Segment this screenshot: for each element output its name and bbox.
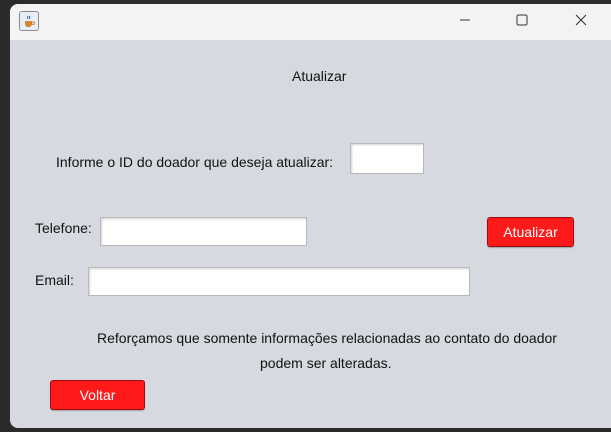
form-panel: Atualizar Informe o ID do doador que des… [10, 40, 611, 428]
close-button[interactable] [558, 4, 604, 36]
title-bar[interactable] [10, 4, 611, 40]
page-title: Atualizar [292, 68, 347, 84]
note-line-1: Reforçamos que somente informações relac… [97, 330, 557, 346]
email-label: Email: [35, 272, 74, 288]
app-window: Atualizar Informe o ID do doador que des… [10, 4, 611, 428]
maximize-button[interactable] [499, 4, 545, 36]
close-icon [575, 14, 587, 26]
note-line-2: podem ser alteradas. [260, 355, 392, 371]
minimize-icon [460, 19, 470, 21]
telefone-input[interactable] [100, 217, 307, 246]
minimize-button[interactable] [442, 4, 488, 36]
java-cup-icon [19, 11, 39, 31]
telefone-label: Telefone: [35, 220, 92, 236]
email-input[interactable] [88, 267, 470, 296]
back-button[interactable]: Voltar [50, 380, 145, 410]
donor-id-input[interactable] [350, 143, 424, 174]
donor-id-label: Informe o ID do doador que deseja atuali… [56, 154, 334, 170]
update-button[interactable]: Atualizar [487, 217, 574, 247]
maximize-icon [516, 14, 528, 26]
